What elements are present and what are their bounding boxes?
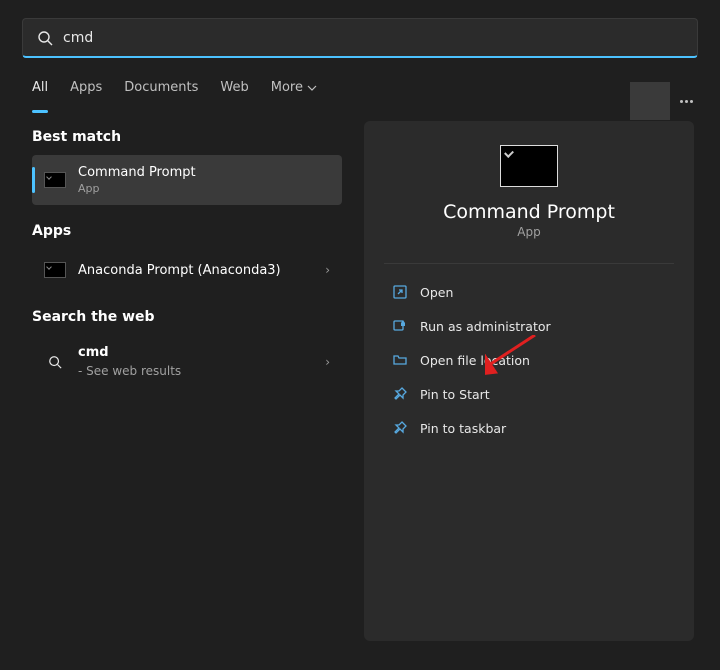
- pin-icon: [392, 420, 408, 436]
- preview-panel: Command Prompt App Open Run as admi: [364, 121, 694, 641]
- tab-all[interactable]: All: [32, 80, 48, 99]
- section-best-match: Best match: [32, 129, 342, 145]
- account-avatar[interactable]: [630, 82, 670, 120]
- action-label: Open file location: [420, 353, 530, 368]
- search-icon: [44, 351, 66, 373]
- folder-icon: [392, 352, 408, 368]
- search-box[interactable]: [22, 18, 698, 58]
- result-anaconda-prompt[interactable]: Anaconda Prompt (Anaconda3) ›: [32, 249, 342, 291]
- action-pin-taskbar[interactable]: Pin to taskbar: [384, 414, 674, 442]
- cmd-icon: [44, 259, 66, 281]
- action-label: Open: [420, 285, 453, 300]
- cmd-icon: [44, 169, 66, 191]
- filter-tabs: All Apps Documents Web More: [22, 80, 698, 113]
- chevron-right-icon: ›: [325, 263, 330, 277]
- chevron-down-icon: [307, 83, 317, 93]
- web-term: cmd: [78, 345, 109, 360]
- search-input[interactable]: [63, 30, 683, 46]
- tab-more[interactable]: More: [271, 80, 317, 99]
- tab-documents[interactable]: Documents: [124, 80, 198, 99]
- preview-title: Command Prompt: [384, 201, 674, 223]
- pin-icon: [392, 386, 408, 402]
- divider: [384, 263, 674, 264]
- result-title: Command Prompt: [78, 165, 330, 180]
- action-run-admin[interactable]: Run as administrator: [384, 312, 674, 340]
- action-list: Open Run as administrator Open file loca…: [384, 278, 674, 442]
- tab-apps[interactable]: Apps: [70, 80, 102, 99]
- action-label: Pin to taskbar: [420, 421, 506, 436]
- result-web-cmd[interactable]: cmd - See web results ›: [32, 335, 342, 388]
- action-open[interactable]: Open: [384, 278, 674, 306]
- result-command-prompt[interactable]: Command Prompt App: [32, 155, 342, 205]
- open-icon: [392, 284, 408, 300]
- action-label: Run as administrator: [420, 319, 551, 334]
- action-pin-start[interactable]: Pin to Start: [384, 380, 674, 408]
- section-web: Search the web: [32, 309, 342, 325]
- admin-icon: [392, 318, 408, 334]
- action-open-location[interactable]: Open file location: [384, 346, 674, 374]
- preview-subtitle: App: [384, 225, 674, 239]
- action-label: Pin to Start: [420, 387, 490, 402]
- web-hint: - See web results: [78, 364, 181, 378]
- preview-app-icon: [500, 145, 558, 187]
- section-apps: Apps: [32, 223, 342, 239]
- tab-web[interactable]: Web: [220, 80, 248, 99]
- result-title: Anaconda Prompt (Anaconda3): [78, 263, 313, 278]
- search-icon: [37, 30, 53, 46]
- result-subtitle: App: [78, 182, 330, 195]
- chevron-right-icon: ›: [325, 355, 330, 369]
- more-options-button[interactable]: [680, 100, 698, 103]
